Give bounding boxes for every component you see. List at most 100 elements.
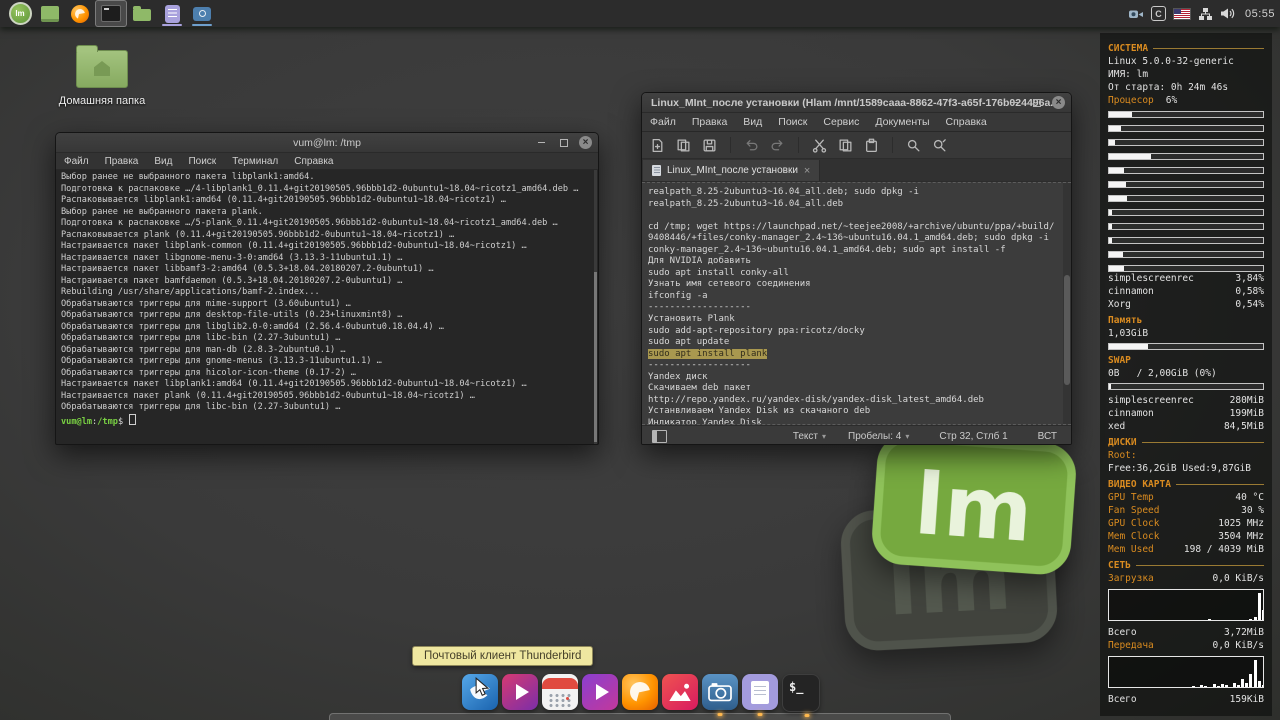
menu-item[interactable]: Поиск xyxy=(180,156,224,167)
show-desktop-button[interactable] xyxy=(35,0,65,27)
process-row: cinnamon0,58% xyxy=(1108,285,1264,298)
screen-recorder-icon[interactable] xyxy=(1128,7,1144,21)
disk-usage: Free:36,2GiB Used:9,87GiB xyxy=(1108,462,1264,475)
keyboard-layout-us-flag-icon[interactable] xyxy=(1173,8,1191,20)
tab-close-icon[interactable]: × xyxy=(804,165,810,177)
dock-item-photos[interactable] xyxy=(662,674,698,710)
dock-item-xed[interactable] xyxy=(742,674,778,710)
find-button[interactable] xyxy=(906,138,921,153)
conky-gpu-header: ВИДЕО КАРТА xyxy=(1108,478,1264,491)
top-panel: lm C 05:55 xyxy=(0,0,1280,27)
menu-item[interactable]: Сервис xyxy=(815,116,867,128)
cut-button[interactable] xyxy=(812,138,827,153)
xed-launcher[interactable] xyxy=(157,0,187,27)
terminal-line: Подготовка к распаковке …/5-plank_0.11.4… xyxy=(61,218,593,230)
photos-icon xyxy=(666,679,694,705)
copy-button[interactable] xyxy=(838,138,853,153)
terminal-line: Подготовка к распаковке …/4-libplank1_0.… xyxy=(61,184,593,196)
language-selector[interactable]: Текст▾ xyxy=(793,431,826,442)
scrollbar[interactable] xyxy=(594,170,597,444)
terminal-line: Настраивается пакет libbamf3-2:amd64 (0.… xyxy=(61,264,593,276)
menu-item[interactable]: Правка xyxy=(684,116,735,128)
open-button[interactable] xyxy=(676,138,691,153)
dock: $_ xyxy=(462,674,820,712)
tab-width-selector[interactable]: Пробелы: 4▾ xyxy=(848,431,909,442)
dock-item-media-player-2[interactable] xyxy=(582,674,618,710)
process-row: Xorg0,54% xyxy=(1108,298,1264,311)
terminal-line: Настраивается пакет plank (0.11.4+git201… xyxy=(61,391,593,403)
menu-item[interactable]: Терминал xyxy=(224,156,286,167)
editor-line: sudo add-apt-repository ppa:ricotz/docky xyxy=(648,326,1065,338)
menu-item[interactable]: Справка xyxy=(286,156,341,167)
redo-button[interactable] xyxy=(770,138,785,153)
editor-line: ifconfig -a xyxy=(648,291,1065,303)
upload-rate-row: Передача0,0 KiB/s xyxy=(1108,639,1264,652)
close-button[interactable]: × xyxy=(1052,96,1065,109)
network-icon[interactable] xyxy=(1198,7,1213,21)
minimize-button[interactable] xyxy=(1008,96,1021,109)
save-button[interactable] xyxy=(702,138,717,153)
terminal-title: vum@lm: /tmp xyxy=(293,137,361,149)
menu-item[interactable]: Справка xyxy=(938,116,995,128)
folder-icon xyxy=(133,9,151,21)
menu-item[interactable]: Правка xyxy=(97,156,147,167)
menu-item[interactable]: Поиск xyxy=(770,116,815,128)
terminal-line: Настраивается пакет libplank-common (0.1… xyxy=(61,241,593,253)
terminal-line: Обрабатываются триггеры для mime-support… xyxy=(61,299,593,311)
menu-item[interactable]: Документы xyxy=(867,116,937,128)
dock-item-media-player[interactable] xyxy=(502,674,538,710)
maximize-button[interactable] xyxy=(557,136,570,149)
clock[interactable]: 05:55 xyxy=(1245,8,1275,20)
document-tab[interactable]: Linux_MInt_после установки × xyxy=(643,160,820,181)
editor-menubar: ФайлПравкаВидПоискСервисДокументыСправка xyxy=(642,113,1071,132)
show-desktop-icon xyxy=(41,6,59,22)
cpu-bar xyxy=(1108,195,1264,202)
editor-line: Для NVIDIA добавить xyxy=(648,256,1065,268)
home-folder-desktop-icon[interactable]: Домашняя папка xyxy=(42,44,162,107)
menu-item[interactable]: Вид xyxy=(735,116,770,128)
files-launcher[interactable] xyxy=(127,0,157,27)
side-panel-toggle-icon[interactable] xyxy=(652,430,667,443)
system-tray: C 05:55 xyxy=(1128,6,1275,21)
dock-item-firefox[interactable] xyxy=(622,674,658,710)
conky-network-header: СЕТЬ xyxy=(1108,559,1264,572)
menu-item[interactable]: Файл xyxy=(642,116,684,128)
cpu-bar xyxy=(1108,251,1264,258)
editor-line: Устанвливаем Yandex Disk из скачаного de… xyxy=(648,406,1065,418)
scrollbar[interactable] xyxy=(1063,183,1071,424)
paste-button[interactable] xyxy=(864,138,879,153)
terminal-titlebar[interactable]: vum@lm: /tmp × xyxy=(56,133,598,153)
insert-mode: ВСТ xyxy=(1038,431,1057,442)
minimize-button[interactable] xyxy=(535,136,548,149)
clipboard-tray-icon[interactable]: C xyxy=(1151,6,1166,21)
screenshot-launcher[interactable] xyxy=(187,0,217,27)
terminal-content[interactable]: Выбор ранее не выбранного пакета libplan… xyxy=(56,170,598,444)
undo-button[interactable] xyxy=(744,138,759,153)
dock-item-terminal[interactable]: $_ xyxy=(782,674,820,712)
terminal-line: Выбор ранее не выбранного пакета libplan… xyxy=(61,172,593,184)
editor-line: cd /tmp; wget https://launchpad.net/~tee… xyxy=(648,222,1065,234)
memory-used: 1,03GiB xyxy=(1108,327,1264,340)
maximize-button[interactable] xyxy=(1030,96,1043,109)
dock-item-calendar[interactable] xyxy=(542,674,578,710)
menu-item[interactable]: Файл xyxy=(56,156,97,167)
firefox-launcher[interactable] xyxy=(65,0,95,27)
home-folder-label: Домашняя папка xyxy=(42,95,162,107)
menu-item[interactable]: Вид xyxy=(146,156,180,167)
close-button[interactable]: × xyxy=(579,136,592,149)
menu-button[interactable]: lm xyxy=(5,0,35,27)
graph-bar xyxy=(1258,593,1261,620)
graph-bar xyxy=(1208,619,1211,620)
dock-item-screenshot[interactable] xyxy=(702,674,738,710)
terminal-launcher[interactable] xyxy=(95,0,127,27)
tab-label: Linux_MInt_после установки xyxy=(667,165,798,176)
find-replace-button[interactable] xyxy=(932,138,947,153)
process-row: GPU Temp40 °C xyxy=(1108,491,1264,504)
conky-system-header: СИСТЕМА xyxy=(1108,42,1264,55)
download-graph xyxy=(1108,589,1264,621)
new-document-button[interactable] xyxy=(650,138,665,153)
editor-content[interactable]: realpath_8.25-2ubuntu3~16.04_all.deb; su… xyxy=(642,182,1071,425)
volume-icon[interactable] xyxy=(1220,7,1235,20)
editor-titlebar[interactable]: Linux_MInt_после установки (Hlam /mnt/15… xyxy=(642,93,1071,113)
editor-line: sudo apt install conky-all xyxy=(648,268,1065,280)
